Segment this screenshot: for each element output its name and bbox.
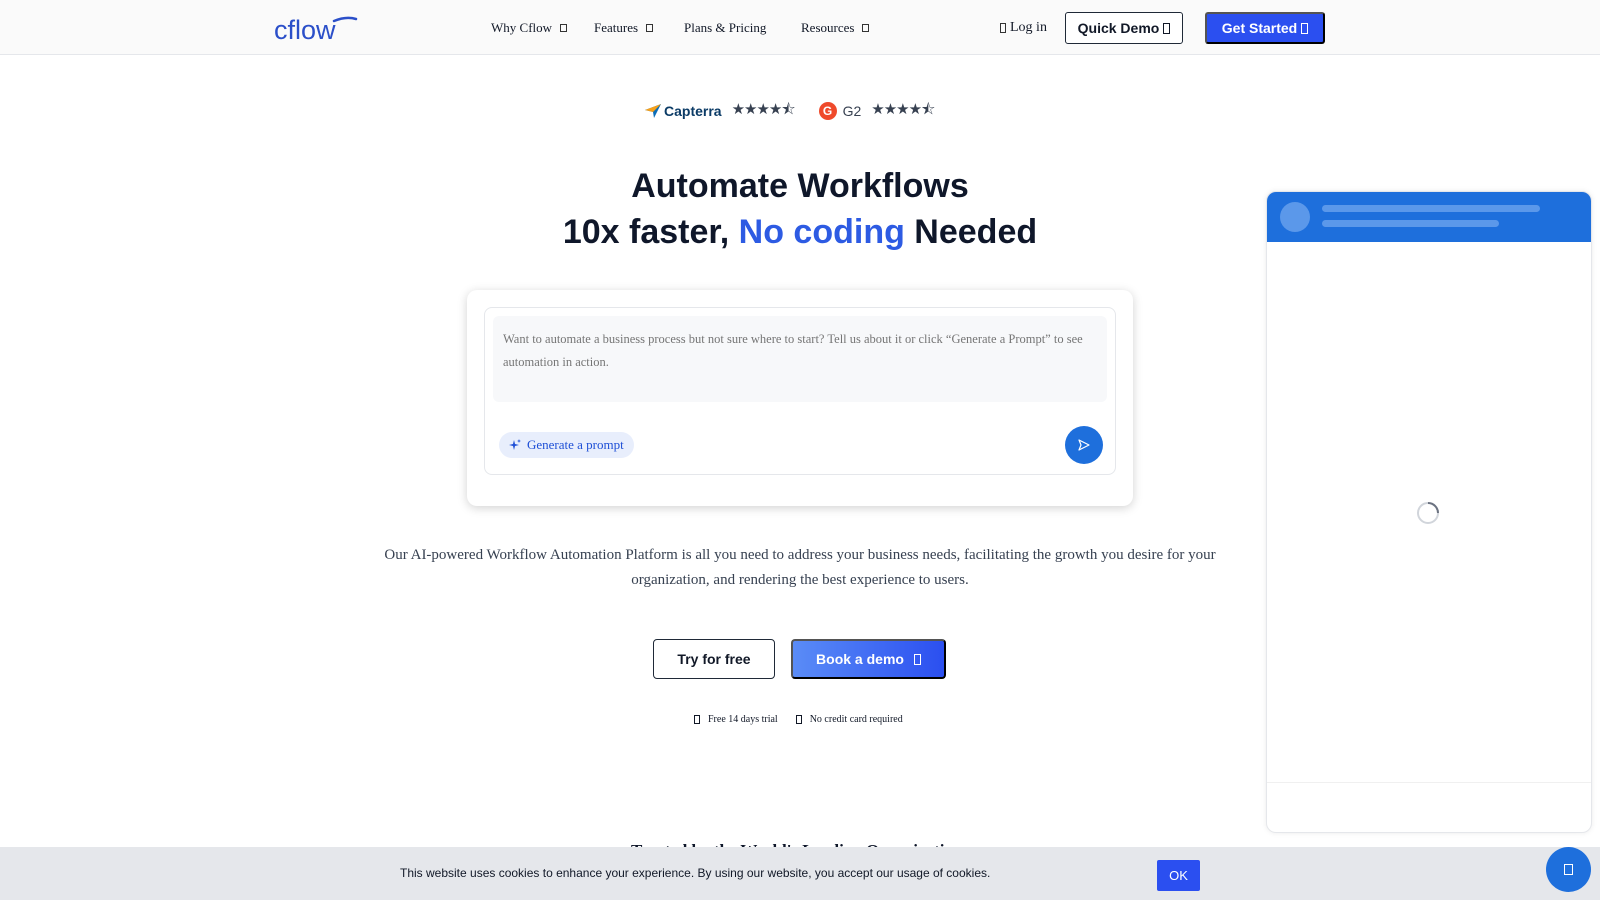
nav-resources-label: Resources <box>801 20 855 35</box>
sparkle-icon <box>509 439 521 450</box>
get-started-button[interactable]: Get Started <box>1205 12 1325 44</box>
site-header: cflow Why Cflow Features Plans & Pricing… <box>0 0 1600 55</box>
nav-features-label: Features <box>594 20 639 35</box>
quick-demo-button[interactable]: Quick Demo <box>1065 12 1183 44</box>
hero-line-2-post: Needed <box>904 213 1038 251</box>
book-demo-button[interactable]: Book a demo <box>791 639 946 679</box>
nav-plans-pricing[interactable]: Plans & Pricing <box>684 20 766 36</box>
hero-headline: Automate Workflows 10x faster, No coding… <box>400 163 1200 255</box>
chat-avatar-placeholder <box>1280 202 1310 232</box>
chevron-down-icon <box>646 24 654 32</box>
perk-free-trial: Free 14 days trial <box>708 714 778 725</box>
cflow-logo[interactable]: cflow <box>274 12 358 46</box>
cookie-text: This website uses cookies to enhance you… <box>400 866 991 880</box>
chevron-down-icon <box>560 24 568 32</box>
try-for-free-button[interactable]: Try for free <box>653 639 775 679</box>
perk-item: Free 14 days trial <box>694 714 778 725</box>
cookie-banner: This website uses cookies to enhance you… <box>0 847 1600 900</box>
generate-prompt-label: Generate a prompt <box>527 437 624 452</box>
nav-why-cflow-label: Why Cflow <box>491 20 553 35</box>
capterra-stars: ★★★★⯪ <box>731 100 796 118</box>
loading-spinner-icon <box>1417 502 1439 524</box>
chat-title-placeholder <box>1322 205 1540 212</box>
hero-line-2-pre: 10x faster, <box>562 213 739 251</box>
hero-line-2-accent: No coding <box>738 213 905 251</box>
check-icon <box>795 715 802 724</box>
chevron-down-icon <box>862 24 870 32</box>
cookie-ok-button[interactable]: OK <box>1157 860 1200 891</box>
svg-text:cflow: cflow <box>274 15 336 45</box>
hero-line-1: Automate Workflows <box>631 167 969 205</box>
g2-rating[interactable]: G G2 <box>818 102 862 120</box>
g2-logo-icon: G <box>818 102 837 120</box>
ratings-strip: Capterra ★★★★⯪ G G2 ★★★★⯪ <box>645 100 935 122</box>
perk-item: No credit card required <box>795 714 903 725</box>
chat-icon <box>1564 864 1573 875</box>
perks-list: Free 14 days trial No credit card requir… <box>694 714 903 725</box>
chat-launcher-button[interactable] <box>1546 847 1591 892</box>
nav-plans-pricing-label: Plans & Pricing <box>684 20 767 35</box>
arrow-icon <box>1301 22 1309 34</box>
capterra-logo-icon <box>645 104 661 118</box>
get-started-label: Get Started <box>1221 20 1298 36</box>
prompt-card: Generate a prompt <box>467 290 1133 506</box>
nav-features[interactable]: Features <box>594 20 654 36</box>
hero-description: Our AI-powered Workflow Automation Platf… <box>384 547 1216 588</box>
hero-line-2: 10x faster, No coding Needed <box>400 209 1200 255</box>
chat-header <box>1267 192 1591 242</box>
prompt-input[interactable] <box>493 316 1107 402</box>
login-link[interactable]: Log in <box>1000 20 1047 36</box>
login-label: Log in <box>1010 20 1047 35</box>
generate-prompt-button[interactable]: Generate a prompt <box>499 432 634 458</box>
chat-subtitle-placeholder <box>1322 220 1499 227</box>
nav-why-cflow[interactable]: Why Cflow <box>491 20 568 36</box>
g2-stars: ★★★★⯪ <box>871 100 935 118</box>
check-icon <box>694 715 700 724</box>
book-demo-label: Book a demo <box>816 651 904 667</box>
send-icon <box>1078 439 1090 451</box>
nav-resources[interactable]: Resources <box>801 20 870 36</box>
arrow-icon <box>913 653 921 665</box>
chat-footer-divider <box>1267 782 1591 783</box>
prompt-box: Generate a prompt <box>484 307 1116 475</box>
chat-widget[interactable] <box>1266 191 1592 833</box>
g2-label: G2 <box>842 103 862 119</box>
capterra-label: Capterra <box>664 103 722 119</box>
perk-no-card: No credit card required <box>809 714 903 725</box>
quick-demo-label: Quick Demo <box>1077 20 1160 36</box>
try-for-free-label: Try for free <box>677 651 751 667</box>
capterra-rating[interactable]: Capterra <box>645 103 722 119</box>
send-button[interactable] <box>1065 426 1103 464</box>
arrow-icon <box>1163 22 1171 34</box>
user-icon <box>1000 23 1006 33</box>
